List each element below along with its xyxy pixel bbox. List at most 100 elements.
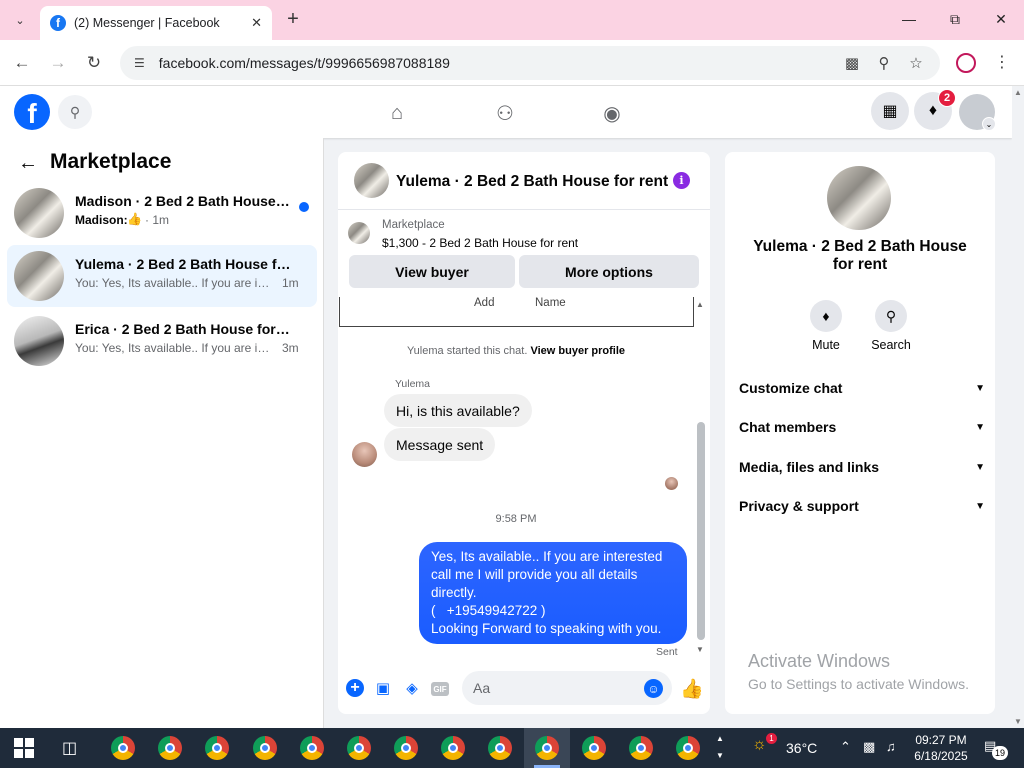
chrome-taskbar-icon[interactable] [629, 736, 653, 760]
network-icon[interactable]: ▩ [863, 739, 875, 755]
panel-title: Marketplace [50, 150, 172, 173]
sticker-icon[interactable]: ◈ [402, 678, 422, 698]
chrome-taskbar-icon[interactable] [111, 736, 135, 760]
incoming-message[interactable]: Message sent [384, 428, 496, 461]
account-chevron-icon[interactable]: ⌄ [982, 117, 996, 131]
friends-icon[interactable]: ⚇ [490, 98, 520, 128]
chat-scrollbar[interactable]: ▲ ▼ [696, 300, 706, 656]
mute-button[interactable]: ♦ Mute [796, 300, 856, 352]
chrome-taskbar-icon[interactable] [441, 736, 465, 760]
zoom-icon[interactable]: ⚲ [872, 46, 896, 80]
section-label: Privacy & support [739, 498, 859, 514]
chrome-taskbar-icon[interactable] [582, 736, 606, 760]
reload-icon[interactable]: ↻ [82, 51, 106, 75]
conversation-item-yulema[interactable]: Yulema · 2 Bed 2 Bath House for r... You… [7, 245, 317, 307]
facebook-search-icon[interactable]: ⚲ [58, 95, 92, 129]
chrome-taskbar-icon[interactable] [394, 736, 418, 760]
chrome-taskbar-icon[interactable] [535, 736, 559, 760]
plus-icon[interactable]: + [346, 679, 364, 697]
chat-members-row[interactable]: Chat members ▼ [739, 415, 985, 439]
chat-title[interactable]: Yulema · 2 Bed 2 Bath House for rent [396, 173, 668, 191]
conversation-item-madison[interactable]: Madison · 2 Bed 2 Bath House fo... Madis… [7, 182, 317, 244]
listing-thumbnail[interactable] [348, 222, 370, 244]
install-app-icon[interactable]: ▩ [840, 46, 864, 80]
view-buyer-button[interactable]: View buyer [349, 255, 515, 288]
marketplace-label: Marketplace [382, 219, 445, 231]
tab-title: (2) Messenger | Facebook [74, 16, 220, 30]
sent-status: Sent [656, 646, 678, 658]
tab-close-icon[interactable]: ✕ [251, 15, 262, 31]
taskbar-scroll-chevron-icon[interactable]: ▲ ▼ [716, 730, 724, 764]
back-arrow-icon[interactable]: ← [18, 152, 38, 175]
menu-grid-icon[interactable]: ▦ [871, 92, 909, 130]
minimize-icon[interactable]: — [894, 8, 924, 30]
conversation-time: 1m [282, 276, 299, 290]
search-button[interactable]: ⚲ Search [861, 300, 921, 352]
conversation-time: 3m [282, 341, 299, 355]
sender-avatar[interactable] [352, 442, 377, 467]
address-bar[interactable]: ☰ facebook.com/messages/t/99966569870881… [120, 46, 940, 80]
emoji-icon[interactable]: ☺ [644, 679, 663, 698]
chrome-taskbar-icon[interactable] [347, 736, 371, 760]
chrome-taskbar-icon[interactable] [158, 736, 182, 760]
groups-icon[interactable]: ◉ [597, 98, 627, 128]
conversation-preview: You: Yes, Its available.. If you are int… [75, 341, 273, 355]
more-options-button[interactable]: More options [519, 255, 699, 288]
watermark-line-2: Go to Settings to activate Windows. [748, 676, 969, 692]
browser-menu-icon[interactable]: ⋮ [994, 52, 1010, 72]
customize-chat-row[interactable]: Customize chat ▼ [739, 376, 985, 400]
volume-icon[interactable]: ♫ [886, 739, 896, 754]
home-icon[interactable]: ⌂ [382, 98, 412, 128]
page-scrollbar[interactable]: ▲ ▼ [1012, 86, 1024, 728]
chat-details-title: Yulema · 2 Bed 2 Bath House for rent [753, 238, 967, 273]
scroll-down-icon[interactable]: ▼ [1014, 717, 1022, 726]
back-arrow-icon[interactable]: ← [10, 51, 34, 75]
bookmark-star-icon[interactable]: ☆ [904, 46, 928, 80]
windows-taskbar: ◫ ▲ ▼ ☼ 1 36°C ⌃ ▩ ♫ 09:27 PM 6/18/2025 ▤… [0, 728, 1024, 768]
scroll-down-icon[interactable]: ▼ [696, 645, 704, 654]
chrome-taskbar-icon[interactable] [488, 736, 512, 760]
media-files-links-row[interactable]: Media, files and links ▼ [739, 455, 985, 479]
facebook-logo-icon[interactable]: f [14, 94, 50, 130]
message-input[interactable]: Aa [462, 671, 672, 705]
activate-windows-watermark: Activate Windows Go to Settings to activ… [748, 651, 969, 692]
scroll-up-icon[interactable]: ▲ [1014, 88, 1022, 97]
windows-start-icon[interactable] [14, 738, 34, 758]
gif-icon[interactable]: GIF [431, 682, 449, 696]
photo-icon[interactable]: ▣ [373, 678, 393, 698]
tab-search-chevron-icon[interactable]: ⌄ [8, 8, 32, 32]
chrome-taskbar-icon[interactable] [676, 736, 700, 760]
browser-tab[interactable]: f (2) Messenger | Facebook ✕ [40, 6, 272, 40]
outgoing-message-line: directly. [431, 585, 477, 600]
site-settings-icon[interactable]: ☰ [134, 56, 145, 70]
search-icon: ⚲ [875, 300, 907, 332]
tray-chevron-up-icon[interactable]: ⌃ [840, 739, 851, 755]
listing-title[interactable]: $1,300 - 2 Bed 2 Bath House for rent [382, 236, 578, 250]
weather-badge: 1 [766, 733, 777, 744]
section-label: Media, files and links [739, 459, 880, 475]
privacy-support-row[interactable]: Privacy & support ▼ [739, 494, 985, 518]
chevron-down-icon: ▼ [975, 421, 985, 433]
browser-profile-icon[interactable] [956, 53, 976, 73]
outgoing-message[interactable]: Yes, Its available.. If you are interest… [419, 542, 687, 644]
conversation-name: Madison · 2 Bed 2 Bath House fo... [75, 193, 293, 209]
task-view-icon[interactable]: ◫ [62, 738, 77, 758]
view-buyer-profile-link[interactable]: View buyer profile [530, 345, 625, 357]
incoming-message[interactable]: Hi, is this available? [384, 394, 532, 427]
info-icon[interactable]: i [673, 172, 690, 189]
forward-arrow-icon[interactable]: → [46, 51, 70, 75]
chat-thumbnail[interactable] [354, 163, 389, 198]
like-thumbs-up-icon[interactable]: 👍 [680, 677, 704, 701]
new-tab-plus-icon[interactable]: + [282, 8, 304, 30]
scroll-up-icon[interactable]: ▲ [696, 300, 704, 309]
chat-scroll-thumb[interactable] [697, 422, 705, 640]
restore-icon[interactable]: ⧉ [940, 8, 970, 30]
chrome-taskbar-icon[interactable] [253, 736, 277, 760]
chrome-taskbar-icon[interactable] [300, 736, 324, 760]
clock-time: 09:27 PM [915, 733, 967, 747]
conversation-item-erica[interactable]: Erica · 2 Bed 2 Bath House for rent You:… [7, 310, 317, 372]
weather-temperature[interactable]: 36°C [786, 740, 817, 756]
window-close-icon[interactable]: ✕ [986, 8, 1016, 30]
chrome-taskbar-icon[interactable] [205, 736, 229, 760]
system-clock[interactable]: 09:27 PM 6/18/2025 [910, 732, 972, 764]
